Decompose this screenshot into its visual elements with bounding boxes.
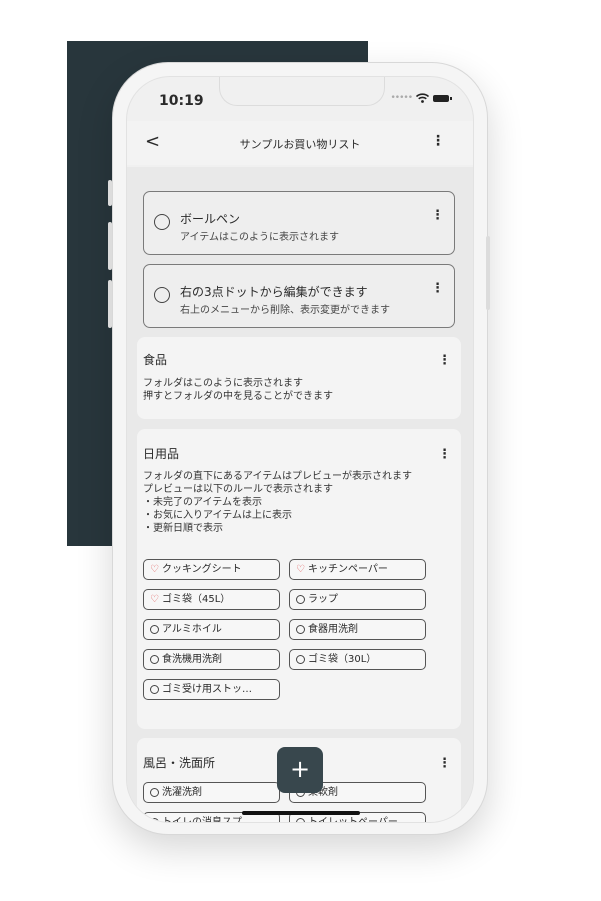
chip-label: ゴミ袋（45L） xyxy=(161,594,231,605)
list-item[interactable]: 右の3点ドットから編集ができます 右上のメニューから削除、表示変更ができます ⋮ xyxy=(143,264,455,328)
status-time: 10:19 xyxy=(159,93,204,109)
chip-label: 食洗機用洗剤 xyxy=(162,654,222,665)
folder-description: フォルダはこのように表示されます 押すとフォルダの中を見ることができます xyxy=(143,378,333,402)
preview-chip[interactable]: アルミホイル xyxy=(143,619,280,640)
wifi-icon xyxy=(416,93,429,103)
volume-down-button xyxy=(108,280,112,328)
preview-chip[interactable]: ♡ キッチンペーパー xyxy=(289,559,426,580)
chip-label: 食器用洗剤 xyxy=(308,624,358,635)
more-menu-button[interactable]: ⋮ xyxy=(431,133,445,149)
item-title: ボールペン xyxy=(180,212,241,226)
circle-icon xyxy=(150,818,159,822)
circle-icon xyxy=(150,788,159,797)
folder-more-icon[interactable]: ⋮ xyxy=(438,447,451,462)
list-item[interactable]: ボールペン アイテムはこのように表示されます ⋮ xyxy=(143,191,455,255)
preview-chip[interactable]: ♡ ゴミ袋（45L） xyxy=(143,589,280,610)
item-subtitle: アイテムはこのように表示されます xyxy=(180,232,339,243)
power-button xyxy=(486,236,490,310)
preview-chip[interactable]: ゴミ受け用ストッ… xyxy=(143,679,280,700)
notch xyxy=(219,77,385,106)
chip-label: ゴミ受け用ストッ… xyxy=(162,684,252,695)
circle-icon xyxy=(296,595,305,604)
circle-icon xyxy=(150,625,159,634)
preview-chip[interactable]: ♡ クッキングシート xyxy=(143,559,280,580)
status-icons: ••••• xyxy=(390,93,452,103)
home-indicator xyxy=(242,811,360,815)
item-more-icon[interactable]: ⋮ xyxy=(431,208,444,223)
chip-label: キッチンペーパー xyxy=(307,564,388,575)
radio-circle-icon[interactable] xyxy=(154,214,170,230)
signal-icon: ••••• xyxy=(390,93,413,103)
page-title: サンプルお買い物リスト xyxy=(239,138,361,151)
preview-chip[interactable]: 食器用洗剤 xyxy=(289,619,426,640)
preview-chip[interactable]: 食洗機用洗剤 xyxy=(143,649,280,670)
nav-bar: < サンプルお買い物リスト ⋮ xyxy=(127,121,473,165)
heart-icon: ♡ xyxy=(150,564,159,575)
preview-chip[interactable]: ゴミ袋（30L） xyxy=(289,649,426,670)
folder-title: 風呂・洗面所 xyxy=(143,756,216,770)
preview-chip[interactable]: 洗濯洗剤 xyxy=(143,782,280,803)
circle-icon xyxy=(296,818,305,822)
folder-more-icon[interactable]: ⋮ xyxy=(438,756,451,771)
chip-label: クッキングシート xyxy=(161,564,242,575)
heart-icon: ♡ xyxy=(150,594,159,605)
folder-more-icon[interactable]: ⋮ xyxy=(438,353,451,368)
volume-up-button xyxy=(108,222,112,270)
chip-label: トイレの消臭スプ… xyxy=(162,813,252,822)
item-subtitle: 右上のメニューから削除、表示変更ができます xyxy=(180,305,390,316)
item-more-icon[interactable]: ⋮ xyxy=(431,281,444,296)
folder-title: 食品 xyxy=(143,353,168,367)
radio-circle-icon[interactable] xyxy=(154,287,170,303)
circle-icon xyxy=(296,655,305,664)
chip-label: ラップ xyxy=(308,594,338,605)
circle-icon xyxy=(296,625,305,634)
preview-chip[interactable]: ラップ xyxy=(289,589,426,610)
folder-title: 日用品 xyxy=(143,447,180,461)
folder-card-daily[interactable]: 日用品 ⋮ フォルダの直下にあるアイテムはプレビューが表示されます プレビューは… xyxy=(137,429,461,729)
item-title: 右の3点ドットから編集ができます xyxy=(180,285,368,299)
chip-label: ゴミ袋（30L） xyxy=(308,654,377,665)
circle-icon xyxy=(150,685,159,694)
heart-icon: ♡ xyxy=(296,564,305,575)
folder-description: フォルダの直下にあるアイテムはプレビューが表示されます プレビューは以下のルール… xyxy=(143,471,412,534)
list-content: ボールペン アイテムはこのように表示されます ⋮ 右の3点ドットから編集ができま… xyxy=(127,167,473,822)
chip-label: 洗濯洗剤 xyxy=(162,787,202,798)
battery-icon xyxy=(433,94,452,102)
folder-card-food[interactable]: 食品 ⋮ フォルダはこのように表示されます 押すとフォルダの中を見ることができま… xyxy=(137,337,461,419)
screen: 10:19 ••••• < サンプルお買い物リスト ⋮ ボールペン アイテムはこ… xyxy=(126,76,474,823)
add-item-button[interactable]: + xyxy=(277,747,323,793)
circle-icon xyxy=(150,655,159,664)
chip-label: アルミホイル xyxy=(162,624,222,635)
mute-switch xyxy=(108,180,112,206)
